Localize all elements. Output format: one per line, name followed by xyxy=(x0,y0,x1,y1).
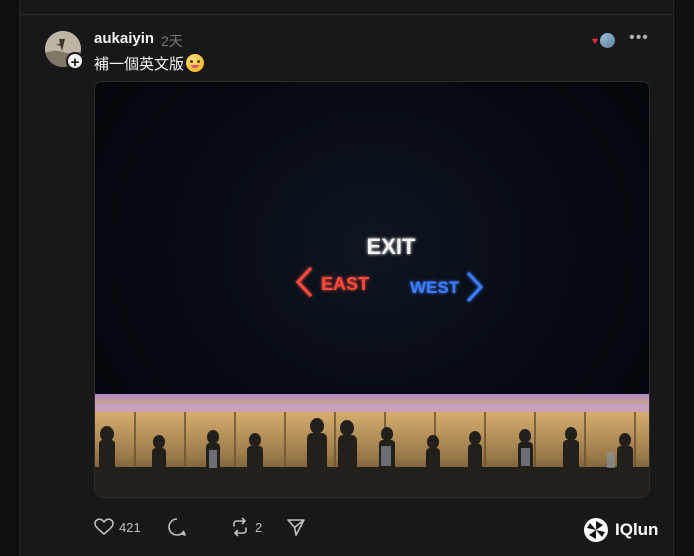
app-frame: + aukaiyin 2天 補一個英文版 ♥ ••• EXIT EAST WES… xyxy=(0,0,694,556)
author-username[interactable]: aukaiyin xyxy=(94,30,154,47)
divider xyxy=(20,14,673,15)
liked-by-indicator[interactable]: ♥ xyxy=(592,31,616,49)
post-timestamp: 2天 xyxy=(161,33,183,49)
exit-sign-text: EXIT xyxy=(367,234,416,259)
repost-count: 2 xyxy=(255,519,263,535)
left-arrow-icon xyxy=(295,266,313,298)
stadium-light-strip xyxy=(95,404,649,412)
like-button[interactable]: 421 xyxy=(94,516,141,538)
post-caption-text: 補一個英文版 xyxy=(94,56,185,73)
share-button[interactable] xyxy=(286,516,306,538)
post-action-bar: 421 2 xyxy=(94,516,494,538)
iqlun-watermark: IQlun xyxy=(583,515,658,545)
watermark-text: IQlun xyxy=(615,520,659,539)
heart-icon xyxy=(94,518,114,536)
post-image[interactable]: EXIT EAST WEST xyxy=(94,81,650,498)
comment-icon xyxy=(168,518,186,536)
iqlun-logo-icon xyxy=(584,518,608,542)
right-arrow-icon xyxy=(466,271,484,303)
liker-avatar xyxy=(599,32,616,49)
feed-panel: + aukaiyin 2天 補一個英文版 ♥ ••• EXIT EAST WES… xyxy=(19,0,674,556)
east-label: EAST xyxy=(321,274,369,294)
repost-button[interactable]: 2 xyxy=(230,516,262,538)
post-caption: 補一個英文版 xyxy=(94,53,205,74)
repost-icon xyxy=(233,517,247,537)
west-label: WEST xyxy=(410,278,460,297)
night-drone-show-photo: EXIT EAST WEST xyxy=(95,234,649,497)
like-count: 421 xyxy=(119,519,141,535)
more-options-button[interactable]: ••• xyxy=(628,28,650,48)
follow-plus-button[interactable]: + xyxy=(66,52,84,71)
author-avatar[interactable]: + xyxy=(45,31,84,71)
face-with-tongue-emoji-icon xyxy=(186,54,205,72)
send-icon xyxy=(287,519,305,536)
comment-button[interactable] xyxy=(167,516,187,538)
